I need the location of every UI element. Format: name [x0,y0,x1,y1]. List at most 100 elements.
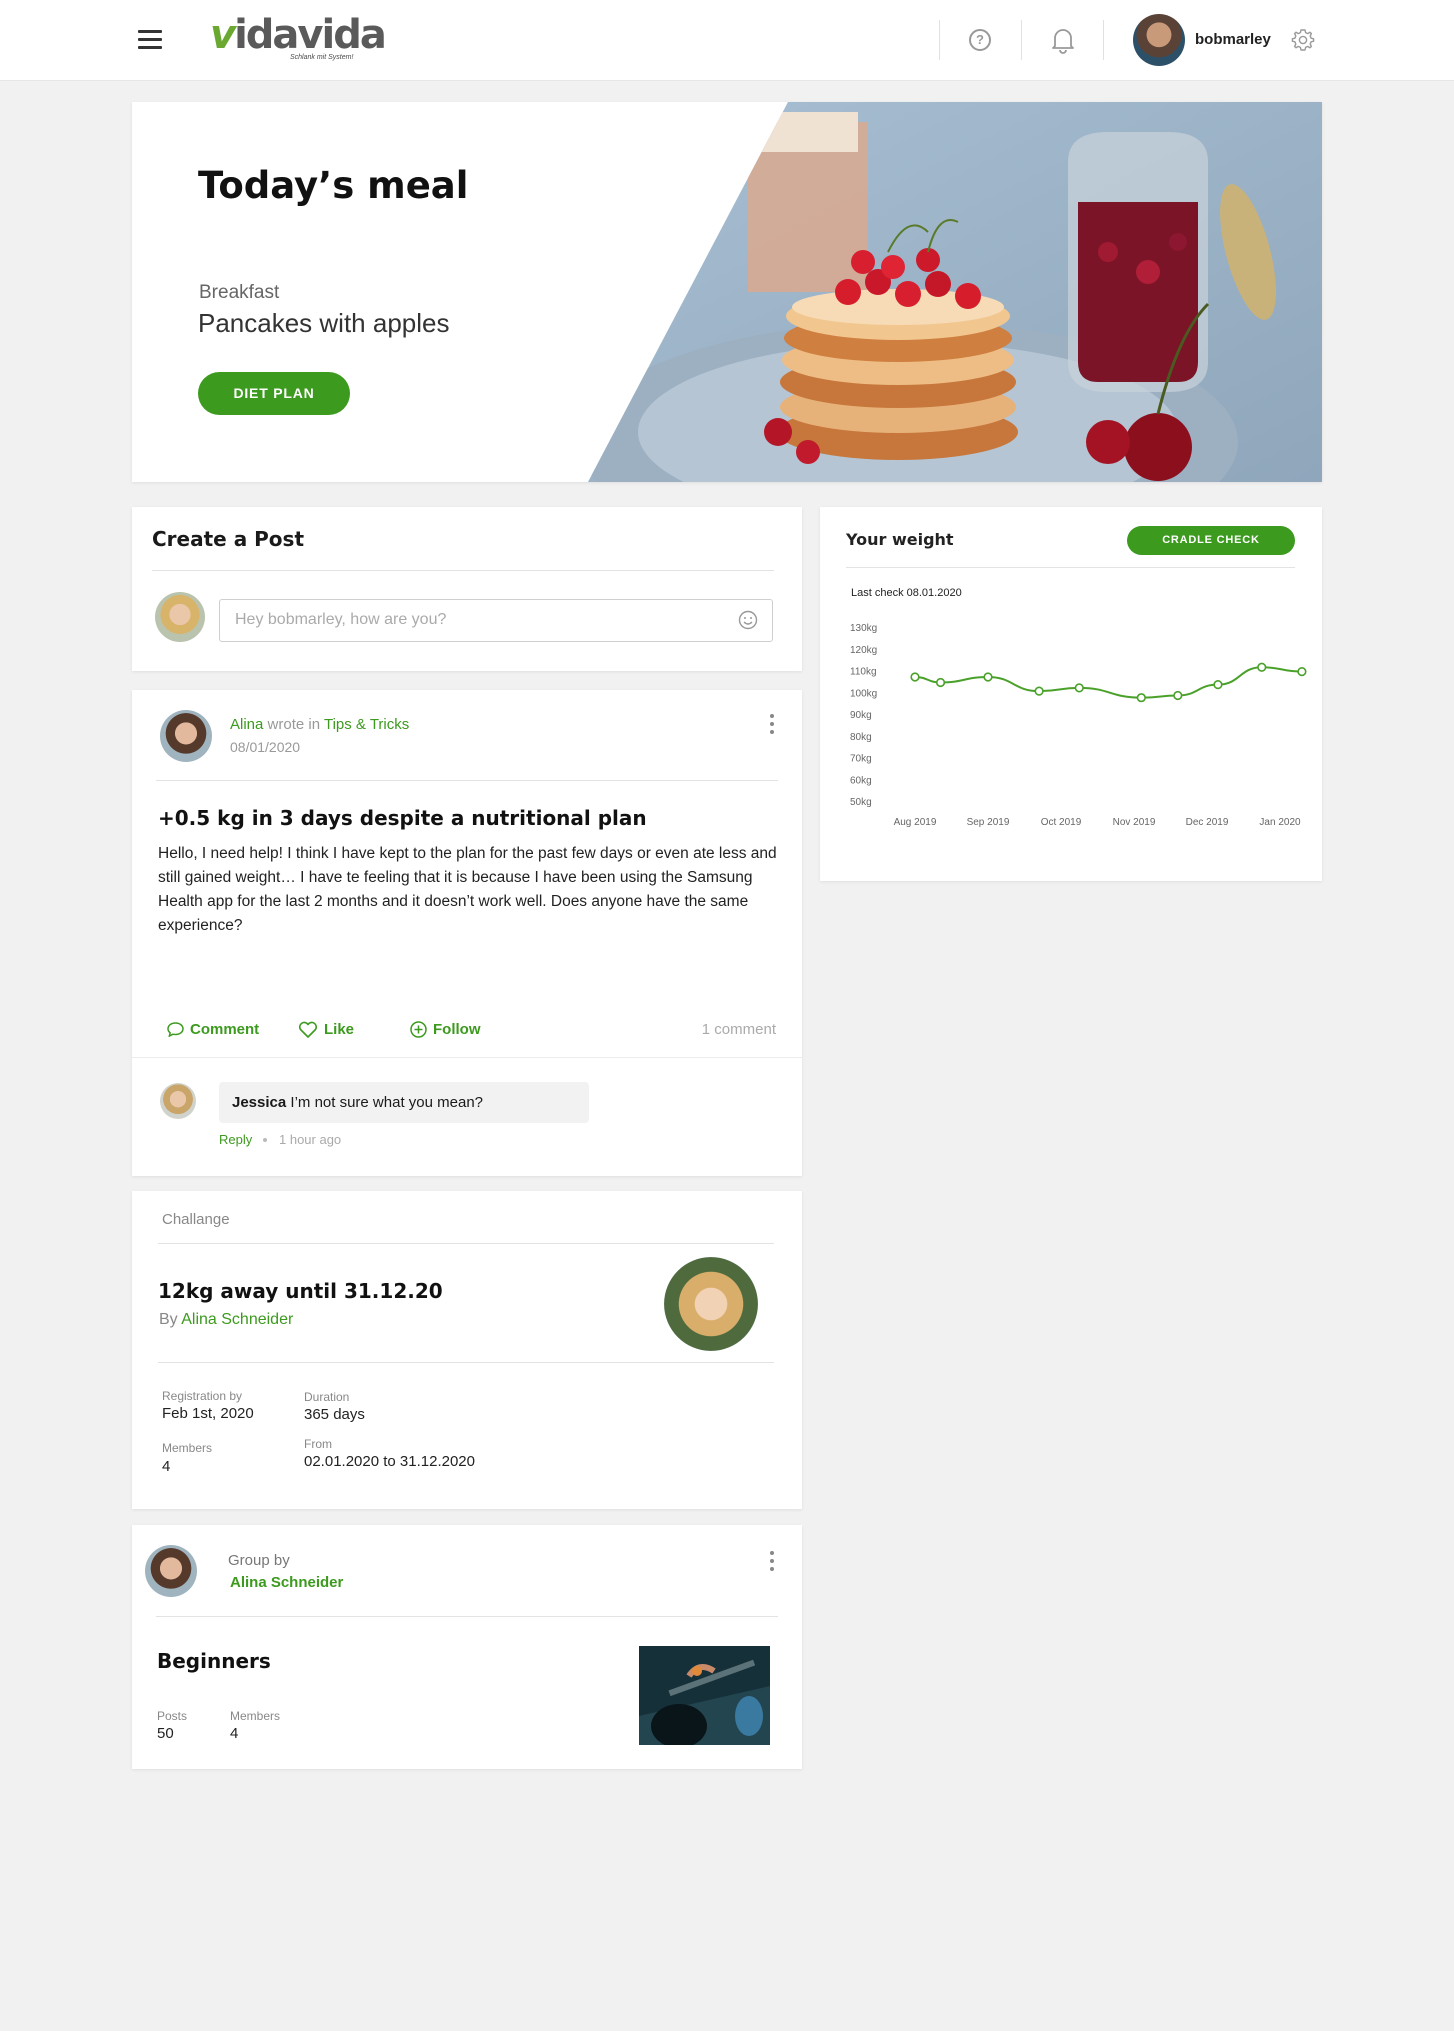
heart-icon [298,1021,318,1038]
follow-button-label: Follow [433,1021,481,1038]
weight-data-point[interactable] [910,672,920,682]
members-label: Members [230,1709,281,1723]
weight-data-point[interactable] [1074,683,1084,693]
comment-text: I’m not sure what you mean? [290,1094,484,1111]
weight-data-point[interactable] [983,672,993,682]
weight-chart: 130kg 120kg 110kg 100kg 90kg 80kg 70kg 60kg 50kg… [850,623,1307,828]
post-date: 08/01/2020 [230,739,301,755]
hero-title: Today’s meal [198,164,469,207]
post-title: +0.5 kg in 3 days despite a nutritional … [158,806,647,830]
y-tick-label: 110kg [850,667,877,678]
post-card: Alina wrote in Tips & Tricks 08/01/2020 … [132,690,802,1176]
comment-bubble: Jessica I’m not sure what you mean? [219,1082,589,1123]
x-tick-label: Sep 2019 [967,817,1010,828]
more-options-icon[interactable] [770,714,774,736]
divider [132,1057,802,1058]
meal-name: Pancakes with apples [198,308,450,338]
divider [1021,20,1022,60]
members-value: 4 [230,1725,239,1742]
weight-data-point[interactable] [1213,680,1223,690]
weight-data-point[interactable] [935,677,946,688]
avatar[interactable] [160,710,212,762]
like-button[interactable]: Like [298,1021,354,1038]
weight-series-line [914,666,1302,699]
y-tick-label: 100kg [850,688,877,699]
post-input[interactable]: Hey bobmarley, how are you? [219,599,773,642]
author-link[interactable]: Alina Schneider [181,1311,293,1328]
like-button-label: Like [324,1021,355,1038]
y-tick-label: 120kg [850,645,877,656]
group-owner-link[interactable]: Alina Schneider [230,1574,343,1591]
group-name: Beginners [157,1649,271,1673]
x-tick-label: Aug 2019 [894,817,937,828]
username[interactable]: bobmarley [1195,31,1271,48]
weight-data-point[interactable] [1173,690,1183,701]
divider [939,20,940,60]
post-category[interactable]: Tips & Tricks [324,716,409,733]
registration-value: Feb 1st, 2020 [162,1405,254,1422]
post-wrote-in: wrote in [267,716,321,733]
weight-data-point[interactable] [1297,666,1307,677]
x-tick-label: Oct 2019 [1041,817,1082,828]
weight-data-point[interactable] [1136,693,1146,703]
logo[interactable]: vidavida Schlank mit System! [210,12,387,64]
diet-plan-button[interactable]: DIET PLAN [198,372,350,415]
challenge-title: 12kg away until 31.12.20 [158,1279,443,1303]
cradle-check-button[interactable]: CRADLE CHECK [1127,526,1295,555]
divider [156,780,778,781]
post-author[interactable]: Alina [230,716,263,733]
weight-data-point[interactable] [1257,662,1267,672]
y-tick-label: 80kg [850,732,872,743]
post-body: Hello, I need help! I think I have kept … [158,845,777,934]
follow-button[interactable]: Follow [410,1021,481,1038]
divider [152,570,774,571]
y-tick-label: 130kg [850,623,877,634]
pancakes-photo [588,102,1322,482]
weight-data-point[interactable] [1034,686,1044,696]
y-tick-label: 70kg [850,754,872,765]
gear-icon[interactable] [1291,28,1315,52]
post-meta: Alina wrote in Tips & Tricks [230,716,409,733]
reply-link[interactable]: Reply [219,1132,252,1147]
duration-value: 365 days [304,1406,365,1423]
bell-icon[interactable] [1050,26,1076,54]
create-post-card: Create a Post Hey bobmarley, how are you… [132,507,802,671]
divider [846,567,1295,568]
y-tick-label: 90kg [850,710,872,721]
group-image[interactable] [639,1646,770,1745]
challenge-author: By Alina Schneider [159,1311,293,1329]
meal-type: Breakfast [199,282,280,303]
avatar[interactable] [160,1083,196,1119]
top-header: vidavida Schlank mit System! ? bobmarley [0,0,1454,81]
group-by-label: Group by [228,1552,290,1569]
group-card: Group by Alina Schneider Beginners Posts… [132,1525,802,1769]
comment-icon [167,1022,184,1037]
y-tick-label: 50kg [850,797,872,808]
menu-icon[interactable] [138,30,162,50]
challenge-card: Challange 12kg away until 31.12.20 By Al… [132,1191,802,1509]
comment-button[interactable]: Comment [167,1021,259,1038]
logo-tagline: Schlank mit System! [290,54,354,61]
emoji-icon[interactable] [738,610,758,630]
challenge-avatar [664,1257,758,1351]
divider [1103,20,1104,60]
from-label: From [304,1437,332,1451]
comment-button-label: Comment [190,1021,260,1038]
logo-text: vidavida [210,12,387,58]
user-avatar[interactable] [1133,14,1185,66]
divider [156,1616,778,1617]
post-input-placeholder: Hey bobmarley, how are you? [235,611,447,628]
separator-dot [263,1138,267,1142]
avatar[interactable] [145,1545,197,1597]
plus-circle-icon [410,1021,427,1038]
more-options-icon[interactable] [770,1551,774,1573]
y-tick-label: 60kg [850,775,872,786]
comment-count[interactable]: 1 comment [702,1021,776,1038]
duration-label: Duration [304,1390,350,1404]
weight-card: Your weight CRADLE CHECK Last check 08.0… [820,507,1322,881]
registration-label: Registration by [162,1389,243,1403]
comment-author[interactable]: Jessica [232,1094,286,1111]
from-value: 02.01.2020 to 31.12.2020 [304,1453,475,1470]
members-label: Members [162,1441,213,1455]
help-icon[interactable]: ? [969,29,991,51]
